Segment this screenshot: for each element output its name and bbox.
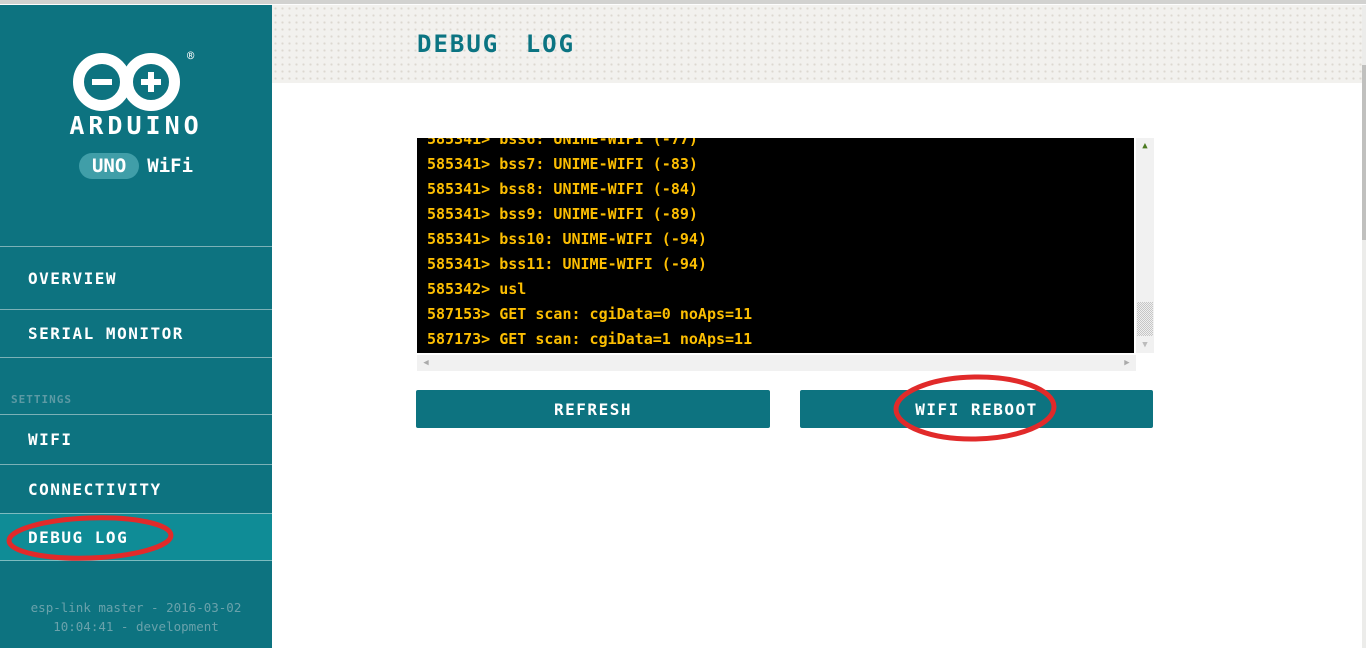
sidebar-item-label: SERIAL MONITOR <box>28 324 184 343</box>
scroll-down-icon[interactable]: ▼ <box>1136 337 1154 353</box>
scroll-up-icon[interactable]: ▲ <box>1136 138 1154 154</box>
log-line: 587153> GET scan: cgiData=0 noAps=11 <box>427 302 752 327</box>
plus-icon <box>148 72 154 92</box>
version-footer: esp-link master - 2016-03-02 10:04:41 - … <box>0 598 272 636</box>
registered-trademark-icon: ® <box>187 49 194 63</box>
log-line: 585341> bss11: UNIME-WIFI (-94) <box>427 252 752 277</box>
sidebar-item-wifi[interactable]: WIFI <box>0 414 272 464</box>
log-line: 585341> bss8: UNIME-WIFI (-84) <box>427 177 752 202</box>
model-badge: UNO <box>79 153 139 179</box>
settings-section-header: SETTINGS <box>0 357 272 414</box>
model-badge-row: UNO WiFi <box>0 153 272 179</box>
brand-name: ARDUINO <box>0 111 272 140</box>
scroll-left-icon[interactable]: ◀ <box>419 355 433 371</box>
sidebar-nav: OVERVIEW SERIAL MONITOR SETTINGS WIFI CO… <box>0 246 272 561</box>
sidebar: ® ARDUINO UNO WiFi OVERVIEW SERIAL MONIT… <box>0 5 272 648</box>
settings-section-label: SETTINGS <box>11 393 72 406</box>
page-scrollbar[interactable] <box>1362 5 1366 648</box>
refresh-button[interactable]: REFRESH <box>416 390 770 428</box>
log-line: 585341> bss7: UNIME-WIFI (-83) <box>427 152 752 177</box>
scroll-right-icon[interactable]: ▶ <box>1120 355 1134 371</box>
console-vertical-scrollbar[interactable]: ▲ ▼ <box>1136 138 1154 353</box>
arduino-logo-icon <box>73 53 183 113</box>
version-footer-line1: esp-link master - 2016-03-02 <box>0 598 272 617</box>
logo-right-ring <box>122 53 180 111</box>
page-header: DEBUG LOG <box>272 5 1366 83</box>
sidebar-item-label: DEBUG LOG <box>28 528 128 547</box>
log-line: 585342> usl <box>427 277 752 302</box>
version-footer-line2: 10:04:41 - development <box>0 617 272 636</box>
sidebar-item-serial-monitor[interactable]: SERIAL MONITOR <box>0 309 272 357</box>
log-line: 585341> bss6: UNIME-WIFI (-77) <box>427 138 752 152</box>
sidebar-item-debug-log[interactable]: DEBUG LOG <box>0 513 272 561</box>
sidebar-item-connectivity[interactable]: CONNECTIVITY <box>0 464 272 513</box>
brand-block: ® ARDUINO UNO WiFi <box>0 5 272 205</box>
log-line: 587173> GET scan: cgiData=1 noAps=11 <box>427 327 752 352</box>
vertical-scroll-thumb[interactable] <box>1137 302 1153 336</box>
minus-icon <box>92 79 112 85</box>
console-horizontal-scrollbar[interactable]: ◀ ▶ <box>417 355 1136 371</box>
sidebar-item-label: WIFI <box>28 430 73 449</box>
wifi-reboot-button[interactable]: WIFI REBOOT <box>800 390 1153 428</box>
model-badge-suffix: WiFi <box>147 155 193 177</box>
log-line: 585341> bss10: UNIME-WIFI (-94) <box>427 227 752 252</box>
sidebar-item-label: OVERVIEW <box>28 269 117 288</box>
sidebar-item-label: CONNECTIVITY <box>28 480 162 499</box>
page-title: DEBUG LOG <box>417 5 575 83</box>
log-line: 585341> bss9: UNIME-WIFI (-89) <box>427 202 752 227</box>
console-log-lines: 585341> bss6: UNIME-WIFI (-77) 585341> b… <box>427 138 752 352</box>
debug-log-console: 585341> bss6: UNIME-WIFI (-77) 585341> b… <box>417 138 1154 372</box>
page-scroll-thumb[interactable] <box>1362 65 1366 240</box>
sidebar-item-overview[interactable]: OVERVIEW <box>0 246 272 309</box>
console-log-area[interactable]: 585341> bss6: UNIME-WIFI (-77) 585341> b… <box>417 138 1134 353</box>
